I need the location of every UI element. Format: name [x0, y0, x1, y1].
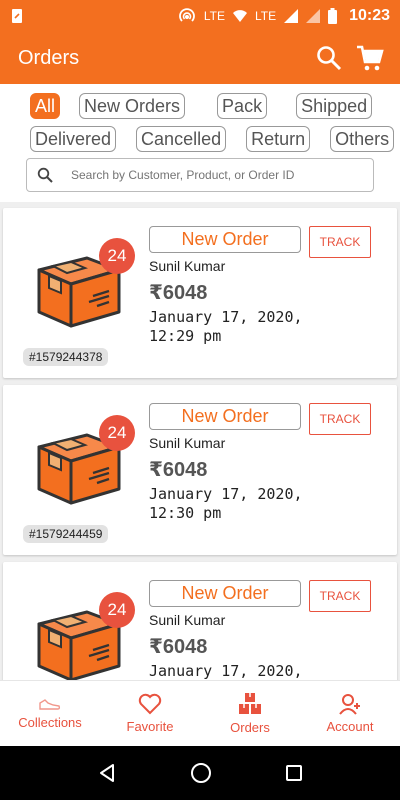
- system-navigation-bar: [0, 746, 400, 800]
- signal-icon: [284, 9, 299, 23]
- order-status-button[interactable]: New Order: [149, 226, 301, 253]
- filter-chip-cancelled[interactable]: Cancelled: [136, 125, 227, 152]
- order-date-line-2: 12:29 pm: [149, 327, 222, 345]
- search-icon[interactable]: [316, 45, 342, 71]
- customer-name: Sunil Kumar: [149, 435, 226, 451]
- filter-chip-others[interactable]: Others: [330, 125, 395, 152]
- search-input[interactable]: [71, 168, 351, 182]
- nav-orders[interactable]: Orders: [200, 681, 300, 746]
- order-date: January 17, 2020, 12:29 pm: [149, 308, 369, 346]
- order-amount: ₹6048: [149, 282, 208, 304]
- boxes-icon: [239, 693, 261, 714]
- nav-collections-label: Collections: [18, 715, 82, 730]
- nav-favorite-label: Favorite: [126, 719, 174, 734]
- order-date-line-1: January 17, 2020,: [149, 308, 303, 326]
- order-id-label: #1579244378: [23, 348, 109, 366]
- cart-icon[interactable]: [356, 44, 384, 72]
- heart-icon: [138, 693, 162, 715]
- order-list: 24 #1579244378 New Order TRACK Sunil Kum…: [0, 202, 400, 680]
- order-card[interactable]: 24 #1579244459 New Order TRACK Sunil Kum…: [3, 385, 397, 555]
- battery-icon: [328, 8, 338, 24]
- filter-row-2: Delivered Cancelled Return Others: [30, 125, 395, 152]
- order-date-line-1: January 17, 2020,: [149, 485, 303, 503]
- track-button[interactable]: TRACK: [309, 580, 371, 612]
- order-date: January 17, 2020,: [149, 662, 369, 680]
- filter-chip-all[interactable]: All: [30, 92, 61, 119]
- order-status-button[interactable]: New Order: [149, 403, 301, 430]
- search-icon: [37, 167, 53, 183]
- filter-chip-return[interactable]: Return: [246, 125, 311, 152]
- filter-chip-new-orders[interactable]: New Orders: [79, 92, 186, 119]
- filter-chip-pack[interactable]: Pack: [217, 92, 268, 119]
- nav-account-label: Account: [326, 719, 374, 734]
- notification-icon: [12, 9, 22, 23]
- order-card[interactable]: 24 New Order TRACK Sunil Kumar ₹6048 Jan…: [3, 562, 397, 680]
- app-bar: Orders: [0, 32, 400, 84]
- status-bar: LTE LTE 10:23: [0, 0, 400, 32]
- bottom-navigation: Collections Favorite Orders Account: [0, 680, 400, 746]
- filter-chip-shipped[interactable]: Shipped: [296, 92, 373, 119]
- order-amount: ₹6048: [149, 636, 208, 658]
- item-count-badge: 24: [99, 238, 135, 274]
- nav-account[interactable]: Account: [300, 681, 400, 746]
- item-count-badge: 24: [99, 415, 135, 451]
- home-icon[interactable]: [190, 762, 212, 784]
- lte-label-1: LTE: [203, 9, 225, 23]
- order-id-label: #1579244459: [23, 525, 109, 543]
- recents-icon[interactable]: [285, 764, 303, 782]
- order-card[interactable]: 24 #1579244378 New Order TRACK Sunil Kum…: [3, 208, 397, 378]
- order-date: January 17, 2020, 12:30 pm: [149, 485, 369, 523]
- track-button[interactable]: TRACK: [309, 226, 371, 258]
- back-icon[interactable]: [97, 763, 117, 783]
- user-add-icon: [339, 694, 360, 715]
- filter-chip-delivered[interactable]: Delivered: [30, 125, 117, 152]
- order-date-line-2: 12:30 pm: [149, 504, 222, 522]
- nav-favorite[interactable]: Favorite: [100, 681, 200, 746]
- lte-label-2: LTE: [254, 9, 277, 23]
- nav-collections[interactable]: Collections: [0, 681, 100, 746]
- wifi-icon: [232, 10, 247, 22]
- page-title: Orders: [18, 46, 80, 69]
- shoe-icon: [39, 699, 61, 710]
- customer-name: Sunil Kumar: [149, 612, 226, 628]
- search-bar[interactable]: [26, 158, 374, 192]
- status-time: 10:23: [349, 7, 390, 24]
- filter-row-1: All New Orders Pack Shipped: [30, 92, 380, 119]
- order-status-button[interactable]: New Order: [149, 580, 301, 607]
- nav-orders-label: Orders: [230, 720, 270, 735]
- order-date-line-1: January 17, 2020,: [149, 662, 303, 680]
- hotspot-icon: [179, 8, 195, 22]
- customer-name: Sunil Kumar: [149, 258, 226, 274]
- item-count-badge: 24: [99, 592, 135, 628]
- order-amount: ₹6048: [149, 459, 208, 481]
- filter-panel: All New Orders Pack Shipped Delivered Ca…: [0, 84, 400, 202]
- signal-icon-2: [306, 9, 321, 23]
- track-button[interactable]: TRACK: [309, 403, 371, 435]
